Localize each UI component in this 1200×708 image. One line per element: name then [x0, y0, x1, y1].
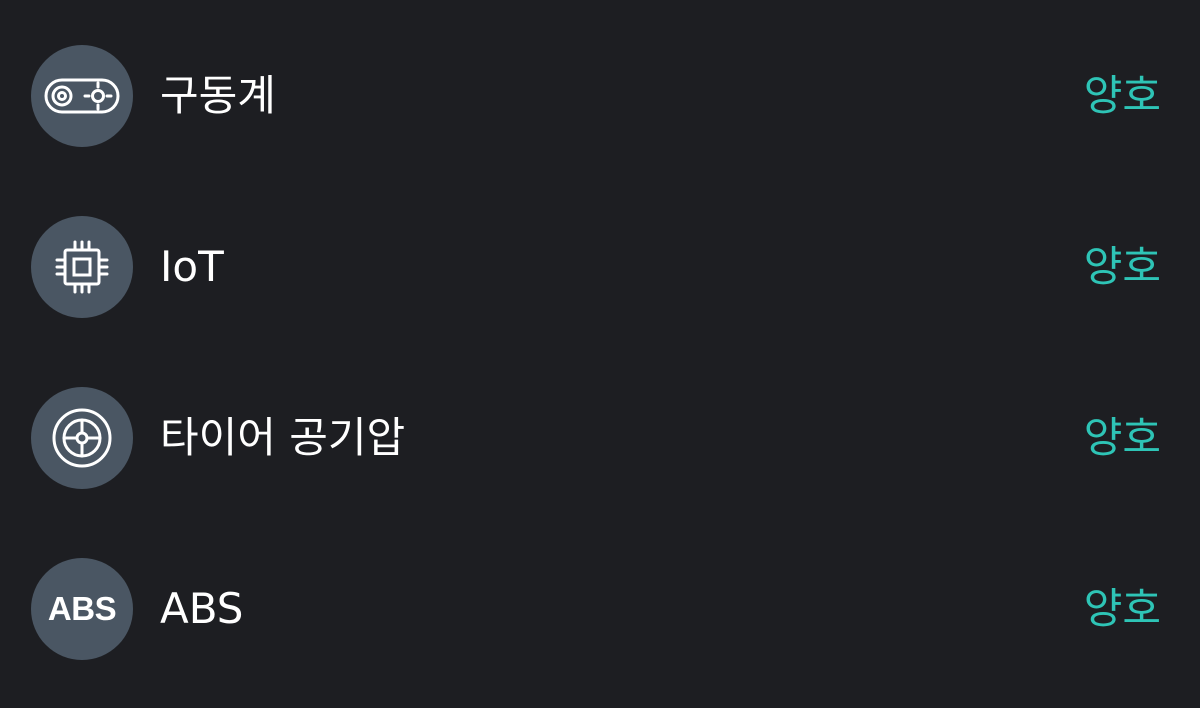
- item-label: 타이어 공기압: [160, 413, 406, 462]
- status-row-abs[interactable]: ABS ABS 양호: [0, 549, 1200, 669]
- status-row-iot[interactable]: IoT 양호: [0, 207, 1200, 327]
- status-badge: 양호: [1083, 584, 1161, 633]
- drivetrain-belt-icon: [31, 45, 133, 147]
- chip-icon: [31, 216, 133, 318]
- item-label: IoT: [160, 242, 224, 291]
- vehicle-status-list: 구동계 양호 IoT 양호 타이어 공기압 양호 ABS ABS 양호: [0, 0, 1200, 708]
- tire-icon: [31, 387, 133, 489]
- item-label: ABS: [160, 584, 244, 633]
- abs-icon: ABS: [31, 558, 133, 660]
- abs-icon-text: ABS: [47, 590, 117, 627]
- status-badge: 양호: [1083, 413, 1161, 462]
- status-badge: 양호: [1083, 242, 1161, 291]
- status-row-tire-pressure[interactable]: 타이어 공기압 양호: [0, 378, 1200, 498]
- status-row-drivetrain[interactable]: 구동계 양호: [0, 36, 1200, 156]
- status-badge: 양호: [1083, 71, 1161, 120]
- item-label: 구동계: [160, 71, 276, 120]
